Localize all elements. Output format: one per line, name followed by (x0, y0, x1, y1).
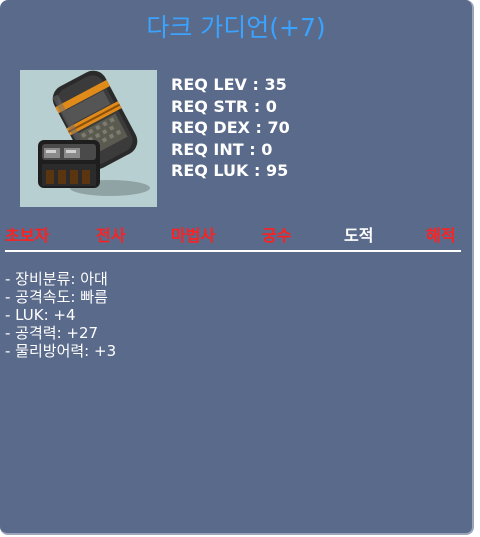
req-str: REQ STR : 0 (171, 96, 277, 116)
desc-defense: - 물리방어력: +3 (5, 342, 117, 360)
req-dex: REQ DEX : 70 (171, 118, 290, 137)
item-icon-frame (20, 70, 157, 207)
gauntlet-icon (38, 70, 150, 196)
req-int: REQ INT : 0 (171, 139, 273, 159)
job-bowman: 궁수 (262, 226, 292, 245)
job-warrior: 전사 (96, 226, 126, 245)
divider (5, 250, 461, 252)
job-list: 초보자 전사 마법사 궁수 도적 해적 (0, 222, 472, 245)
job-magician: 마법사 (171, 226, 216, 245)
item-description: - 장비분류: 아대 - 공격속도: 빠름 - LUK: +4 - 공격력: +… (5, 270, 116, 360)
job-thief: 도적 (344, 226, 374, 245)
desc-category: - 장비분류: 아대 (5, 270, 108, 288)
desc-attack: - 공격력: +27 (5, 324, 99, 342)
req-luk: REQ LUK : 95 (171, 161, 289, 180)
item-tooltip: 다크 가디언(+7) REQ LEV: 35 REQ STR: 0 REQ … (0, 0, 474, 535)
req-level: REQ LEV : 35 (171, 75, 287, 94)
job-pirate: 해적 (426, 226, 456, 245)
job-beginner: 초보자 (5, 226, 50, 245)
item-name: 다크 가디언(+7) (146, 13, 326, 42)
requirements-list: REQ LEV : 35 REQ STR : 0 REQ DEX : 70 RE… (171, 74, 290, 182)
desc-attack-speed: - 공격속도: 빠름 (5, 288, 108, 306)
desc-luk: - LUK: +4 (5, 306, 76, 324)
